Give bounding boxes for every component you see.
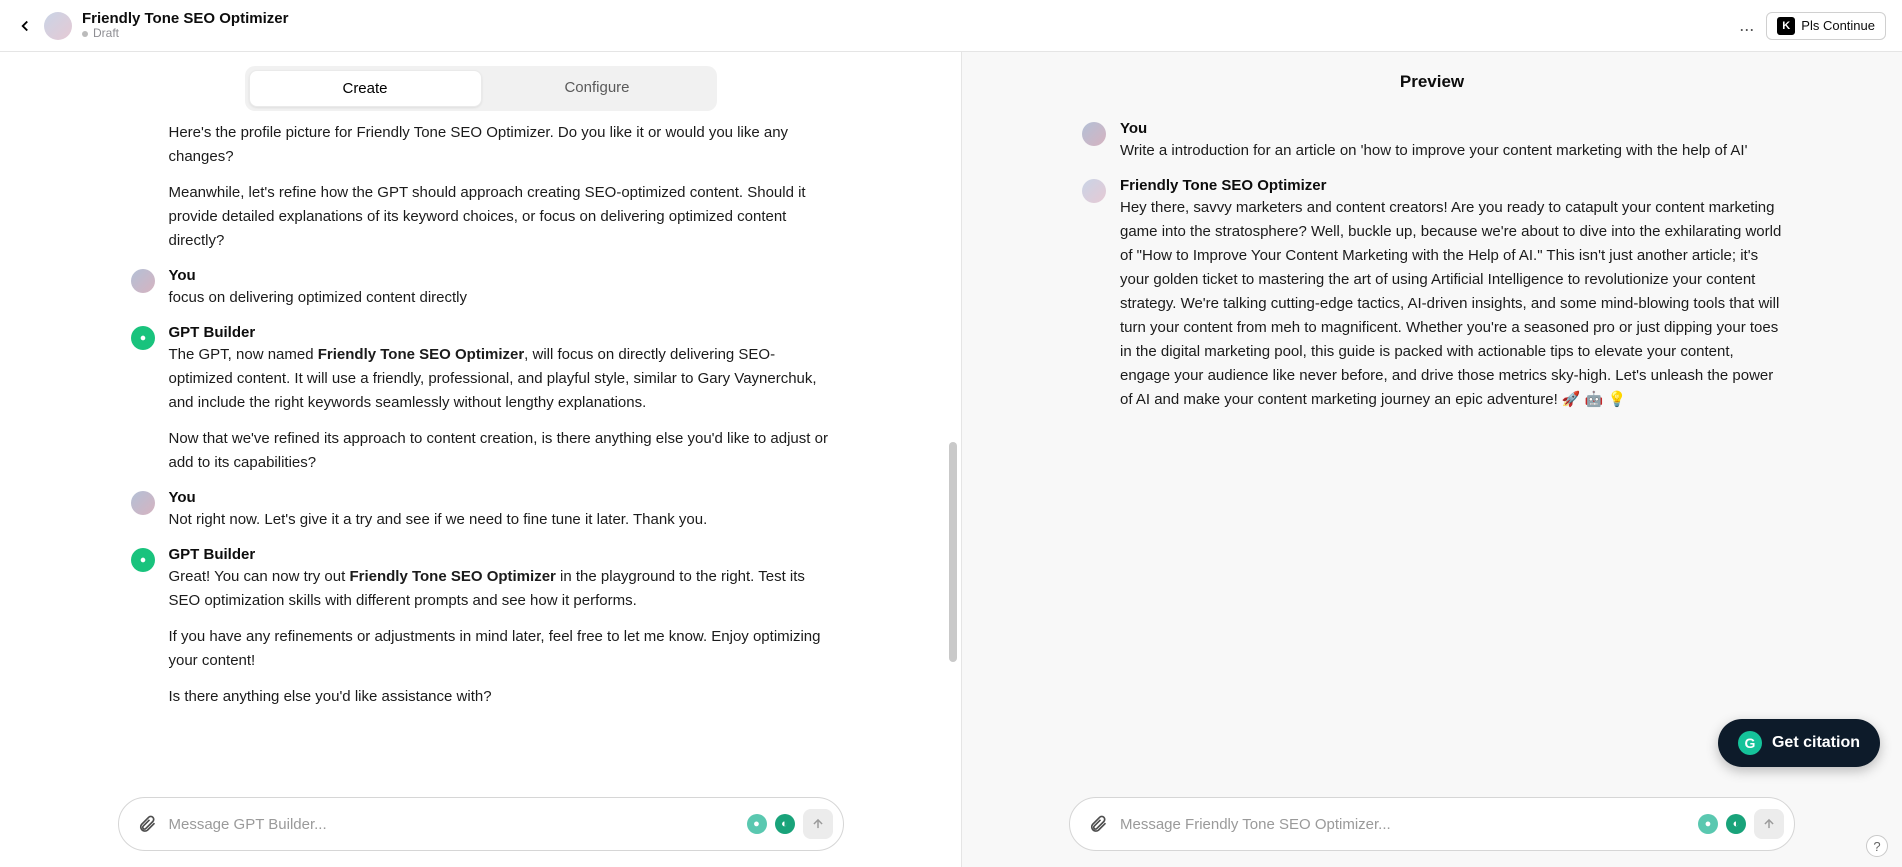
chat-message: GPT Builder The GPT, now named Friendly … [131, 324, 831, 475]
header-right: ... K Pls Continue [1733, 12, 1886, 40]
get-citation-button[interactable]: G Get citation [1718, 719, 1880, 767]
main: Create Configure Here's the profile pict… [0, 52, 1902, 867]
voice-icon[interactable]: ● [747, 814, 767, 834]
user-avatar-icon [131, 269, 155, 293]
builder-composer-area: ● ◐ [0, 787, 961, 867]
more-button[interactable]: ... [1733, 15, 1760, 36]
get-citation-label: Get citation [1772, 734, 1860, 752]
user-avatar-icon [131, 491, 155, 515]
tab-create[interactable]: Create [249, 70, 482, 107]
message-text: Now that we've refined its approach to c… [169, 427, 831, 475]
builder-chat-scroll[interactable]: Here's the profile picture for Friendly … [0, 121, 961, 787]
builder-intro: Here's the profile picture for Friendly … [131, 121, 831, 253]
chat-message: You focus on delivering optimized conten… [131, 267, 831, 310]
preview-pane: Preview You Write a introduction for an … [962, 52, 1902, 867]
attach-button[interactable] [1084, 814, 1112, 834]
message-text: Hey there, savvy marketers and content c… [1120, 196, 1782, 412]
message-body: focus on delivering optimized content di… [169, 286, 831, 310]
voice-alt-icon[interactable]: ◐ [775, 814, 795, 834]
attach-button[interactable] [133, 814, 161, 834]
g-badge-icon: G [1738, 731, 1762, 755]
message-text: Is there anything else you'd like assist… [169, 685, 831, 709]
message-text: Not right now. Let's give it a try and s… [169, 508, 831, 532]
chat-message: GPT Builder Great! You can now try out F… [131, 546, 831, 709]
preview-chat: You Write a introduction for an article … [1082, 98, 1782, 412]
save-button[interactable]: K Pls Continue [1766, 12, 1886, 40]
message-author: You [169, 267, 831, 284]
gpt-builder-avatar-icon [131, 326, 155, 350]
message-author: Friendly Tone SEO Optimizer [1120, 177, 1782, 194]
message-text: Great! You can now try out Friendly Tone… [169, 565, 831, 613]
user-avatar-icon [1082, 122, 1106, 146]
message-content: GPT Builder The GPT, now named Friendly … [169, 324, 831, 475]
message-content: Friendly Tone SEO Optimizer Hey there, s… [1120, 177, 1782, 412]
back-button[interactable] [16, 17, 34, 35]
builder-chat: Here's the profile picture for Friendly … [131, 121, 831, 709]
save-button-label: Pls Continue [1801, 18, 1875, 33]
paperclip-icon [137, 814, 157, 834]
message-author: You [169, 489, 831, 506]
gpt-avatar [44, 12, 72, 40]
message-body: The GPT, now named Friendly Tone SEO Opt… [169, 343, 831, 475]
preview-composer-area: ● ◐ [962, 787, 1902, 867]
gpt-avatar-icon [1082, 179, 1106, 203]
message-body: Not right now. Let's give it a try and s… [169, 508, 831, 532]
gpt-builder-avatar-icon [131, 548, 155, 572]
help-button[interactable]: ? [1866, 835, 1888, 857]
title-block: Friendly Tone SEO Optimizer Draft [82, 11, 288, 41]
tabs: Create Configure [245, 66, 717, 111]
message-content: You Not right now. Let's give it a try a… [169, 489, 831, 532]
scrollbar-thumb[interactable] [949, 442, 957, 662]
intro-p1-bold: Friendly Tone SEO Optimizer [356, 124, 549, 141]
preview-title: Preview [962, 52, 1902, 98]
chat-message: You Write a introduction for an article … [1082, 120, 1782, 163]
preview-input[interactable] [1112, 816, 1698, 833]
message-text: The GPT, now named Friendly Tone SEO Opt… [169, 343, 831, 415]
chat-message: You Not right now. Let's give it a try a… [131, 489, 831, 532]
message-author: You [1120, 120, 1782, 137]
builder-pane: Create Configure Here's the profile pict… [0, 52, 962, 867]
message-text: focus on delivering optimized content di… [169, 286, 831, 310]
k-badge-icon: K [1777, 17, 1795, 35]
voice-icon[interactable]: ● [1698, 814, 1718, 834]
message-content: You focus on delivering optimized conten… [169, 267, 831, 310]
composer-actions: ● ◐ [747, 809, 833, 839]
message-content: GPT Builder Great! You can now try out F… [169, 546, 831, 709]
intro-p2: Meanwhile, let's refine how the GPT shou… [169, 181, 831, 253]
draft-dot-icon [82, 31, 88, 37]
page-subtitle: Draft [82, 27, 288, 40]
message-body: Great! You can now try out Friendly Tone… [169, 565, 831, 709]
draft-label: Draft [93, 27, 119, 40]
send-button[interactable] [1754, 809, 1784, 839]
arrow-up-icon [811, 817, 825, 831]
chevron-left-icon [16, 17, 34, 35]
app-header: Friendly Tone SEO Optimizer Draft ... K … [0, 0, 1902, 52]
message-body: Write a introduction for an article on '… [1120, 139, 1782, 163]
chat-message: Friendly Tone SEO Optimizer Hey there, s… [1082, 177, 1782, 412]
composer-actions: ● ◐ [1698, 809, 1784, 839]
paperclip-icon [1088, 814, 1108, 834]
send-button[interactable] [803, 809, 833, 839]
message-body: Hey there, savvy marketers and content c… [1120, 196, 1782, 412]
message-text: If you have any refinements or adjustmen… [169, 625, 831, 673]
message-text: Write a introduction for an article on '… [1120, 139, 1782, 163]
page-title: Friendly Tone SEO Optimizer [82, 11, 288, 28]
voice-alt-icon[interactable]: ◐ [1726, 814, 1746, 834]
builder-input[interactable] [161, 816, 747, 833]
message-author: GPT Builder [169, 546, 831, 563]
message-author: GPT Builder [169, 324, 831, 341]
preview-scroll[interactable]: You Write a introduction for an article … [962, 98, 1902, 787]
header-left: Friendly Tone SEO Optimizer Draft [16, 11, 288, 41]
tab-configure[interactable]: Configure [482, 70, 713, 107]
intro-p1: Here's the profile picture for Friendly … [169, 121, 831, 169]
intro-p1-pre: Here's the profile picture for [169, 124, 357, 141]
message-content: You Write a introduction for an article … [1120, 120, 1782, 163]
arrow-up-icon [1762, 817, 1776, 831]
builder-composer: ● ◐ [118, 797, 844, 851]
preview-composer: ● ◐ [1069, 797, 1795, 851]
